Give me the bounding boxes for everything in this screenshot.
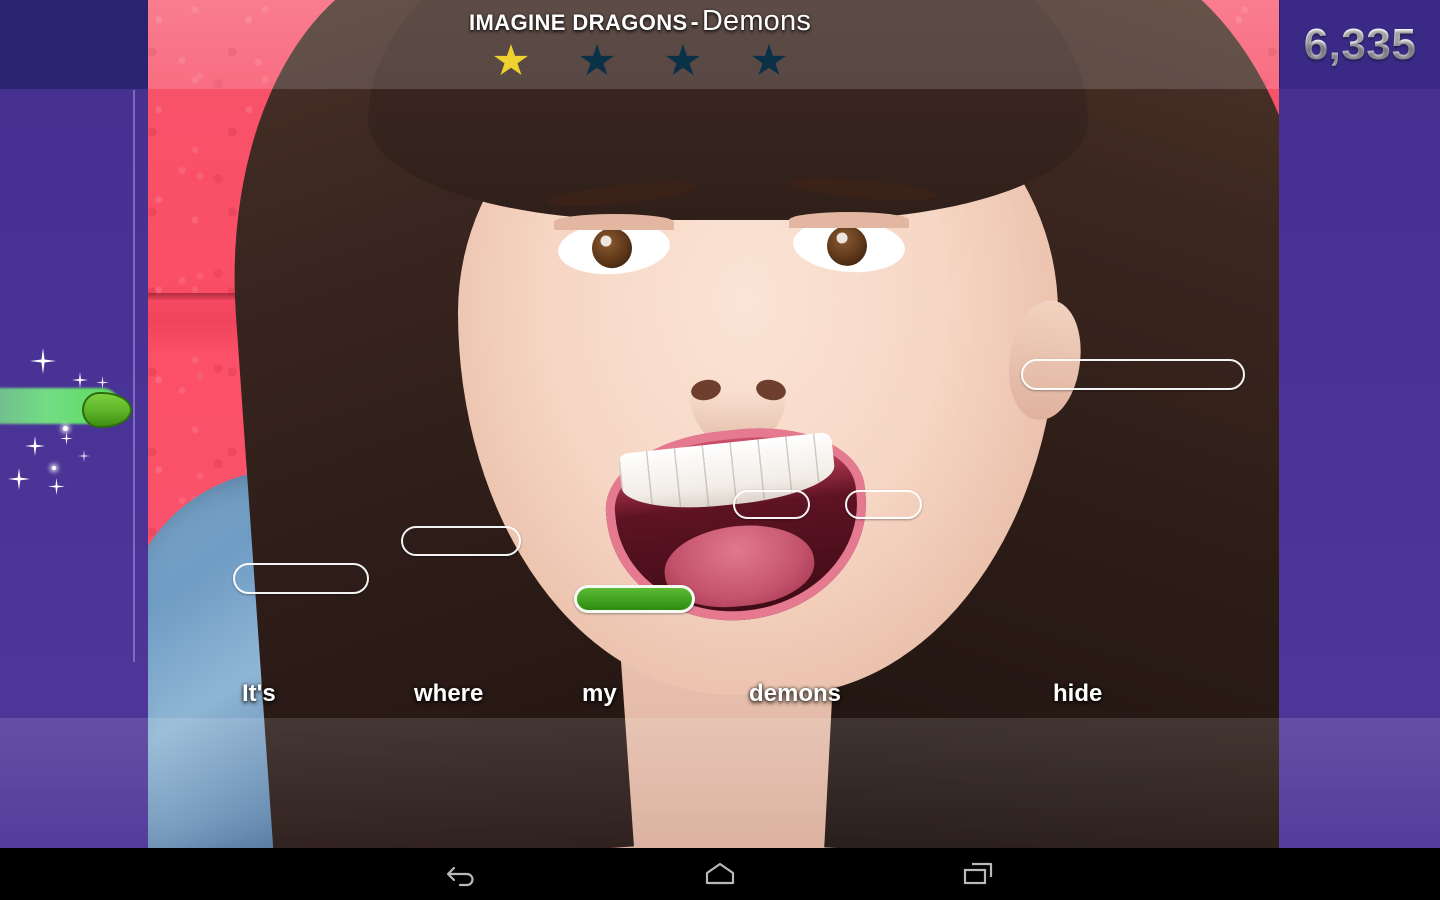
score-value: 6,335 <box>1303 19 1417 69</box>
karaoke-app-screen: IMAGINE DRAGONS - Demons 6,335 It's where my… <box>0 0 1440 900</box>
note-bar-5 <box>845 490 922 519</box>
note-bar-2 <box>401 526 521 556</box>
stage-background-top-left <box>0 0 148 89</box>
pitch-guide-line <box>133 90 135 662</box>
note-bar-4 <box>733 490 810 519</box>
android-navigation-bar <box>0 848 1440 900</box>
note-bar-3 <box>574 585 695 613</box>
note-bar-6 <box>1021 359 1245 390</box>
playback-controls: AUTO TUNE MAGIC TUNE OFF Pause 03:12 GUI <box>0 718 1440 848</box>
home-icon[interactable] <box>696 856 744 892</box>
back-icon[interactable] <box>438 856 486 892</box>
recent-apps-icon[interactable] <box>954 856 1002 892</box>
score-panel: 6,335 <box>1280 0 1440 89</box>
note-bar-1 <box>233 563 369 594</box>
